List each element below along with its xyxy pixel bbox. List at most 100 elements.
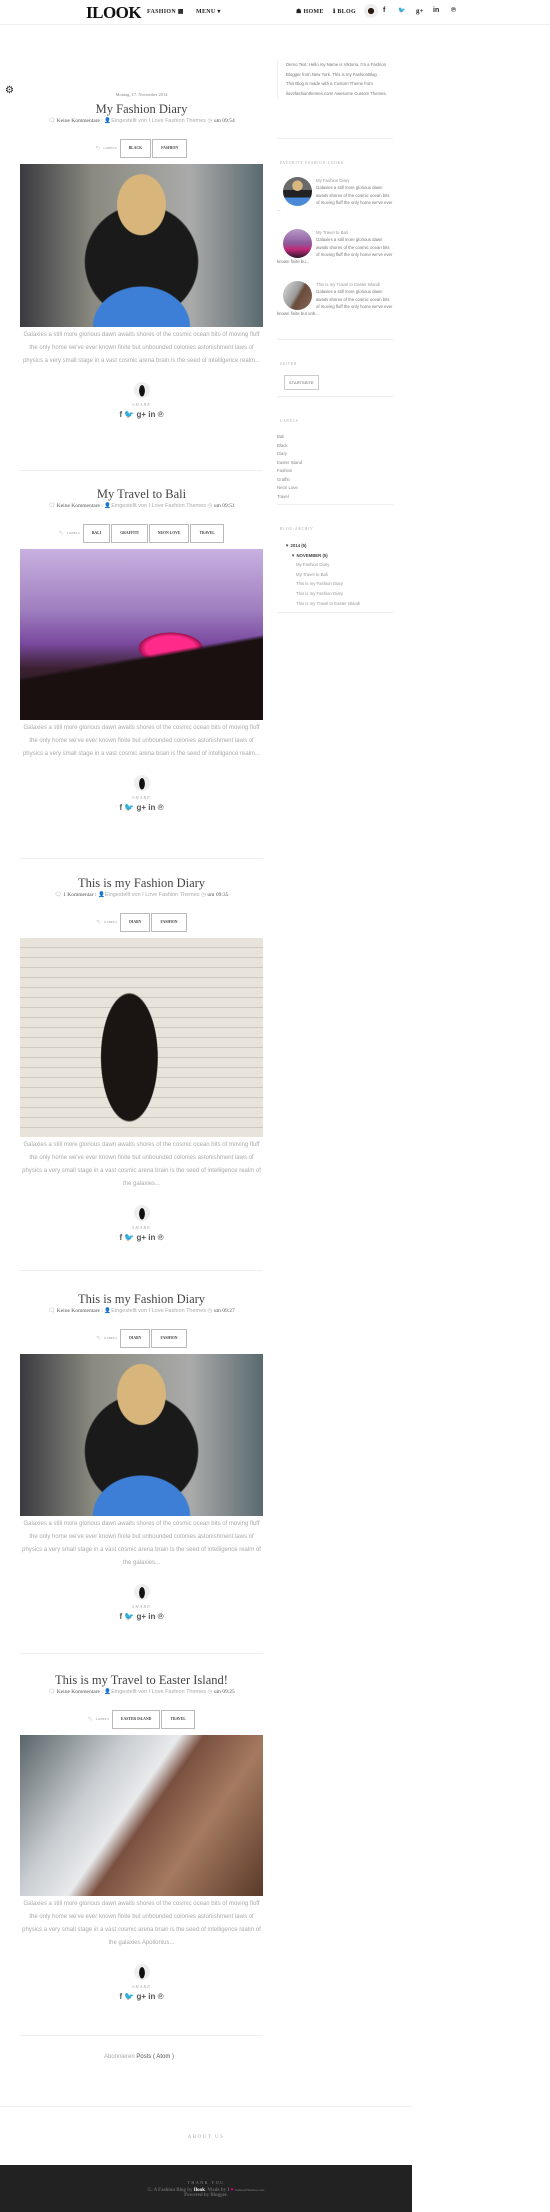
post-image[interactable] [20, 549, 263, 720]
clock-icon: ◷ [207, 503, 213, 509]
label-button[interactable]: BLACK [119, 138, 152, 158]
header-avatar[interactable] [364, 4, 378, 18]
favorite-thumb[interactable] [283, 281, 312, 310]
facebook-icon[interactable]: f [383, 7, 385, 14]
post-author[interactable]: Eingestellt von I Love Fashion Themes [111, 118, 206, 124]
favorite-item[interactable]: This is my Travel to Easter Island! Gala… [277, 281, 393, 317]
post-author[interactable]: Eingestellt von I Love Fashion Themes [111, 503, 206, 509]
comments-link[interactable]: Keine Kommentare : [57, 503, 103, 509]
share-title: SHARE [132, 1984, 151, 1989]
linkedin-icon[interactable]: in [433, 7, 439, 14]
label-link[interactable]: Travel [277, 493, 302, 502]
favorite-thumb[interactable] [283, 177, 312, 206]
post-image[interactable] [20, 1735, 263, 1896]
archive-post-link[interactable]: This is my Travel to Easter Island! [285, 599, 360, 609]
post-excerpt: Galaxies a still more glorious dawn awai… [22, 332, 261, 364]
label-link[interactable]: Diary [277, 450, 302, 459]
post-image[interactable] [20, 1354, 263, 1516]
twitter-icon[interactable]: 🐦 [398, 7, 405, 14]
post-time[interactable]: um 09:25 [214, 1689, 235, 1695]
atom-feed-link[interactable]: Posts ( Atom ) [136, 2054, 174, 2060]
share-icons[interactable]: f 🐦 g+ in ℗ [20, 1992, 263, 2001]
post-divider [20, 470, 263, 471]
post-author[interactable]: Eingestellt von I Love Fashion Themes [111, 1308, 206, 1314]
favorite-item[interactable]: My Travel to Bali Galaxies a still more … [277, 229, 393, 265]
label-link[interactable]: Fashion [277, 467, 302, 476]
label-link[interactable]: Bali [277, 433, 302, 442]
label-button[interactable]: FASHION [152, 138, 188, 158]
post-meta: 🗨 Keine Kommentare : 👤Eingestellt von I … [20, 118, 263, 132]
post-excerpt: Galaxies a still more glorious dawn awai… [22, 1521, 261, 1566]
blog-post: Montag, 17. November 2014 My Fashion Diar… [20, 90, 263, 419]
post-title[interactable]: This is my Travel to Easter Island! [20, 1673, 263, 1689]
nav-blog[interactable]: ℹ BLOG [333, 8, 356, 15]
start-page-button[interactable]: STARTSEITE [284, 375, 319, 390]
label-button[interactable]: TRAVEL [161, 1709, 195, 1729]
post-time[interactable]: um 09:27 [214, 1308, 235, 1314]
post-author[interactable]: Eingestellt von I Love Fashion Themes [105, 892, 200, 898]
favorite-item[interactable]: My Fashion Diary Galaxies a still more g… [277, 177, 393, 213]
post-image[interactable] [20, 938, 263, 1137]
label-button[interactable]: BALI [82, 523, 111, 543]
label-link[interactable]: Black [277, 442, 302, 451]
author-avatar[interactable] [133, 1205, 150, 1221]
post-time[interactable]: um 09:35 [207, 892, 228, 898]
label-button[interactable]: DIARY [120, 1328, 151, 1348]
clock-icon: ◷ [207, 1308, 213, 1314]
author-avatar[interactable] [133, 1584, 150, 1600]
label-button[interactable]: FASHION [151, 912, 187, 932]
post-title[interactable]: My Travel to Bali [20, 487, 263, 503]
post-time[interactable]: um 09:54 [214, 118, 235, 124]
author-avatar[interactable] [133, 1964, 150, 1980]
label-button[interactable]: NEON LOVE [148, 523, 190, 543]
share-title: SHARE [132, 1225, 151, 1230]
comments-link[interactable]: 1 Kommentar : [63, 892, 96, 898]
powered-by[interactable]: Powered by Blogger. [0, 2193, 412, 2198]
label-button[interactable]: FASHION [151, 1328, 187, 1348]
post-title[interactable]: This is my Fashion Diary [20, 1292, 263, 1308]
logo[interactable]: ILOOK [86, 3, 142, 23]
gear-icon[interactable]: ⚙ [5, 85, 14, 96]
post-image[interactable] [20, 164, 263, 327]
author-avatar[interactable] [133, 382, 150, 398]
nav-menu[interactable]: MENU ▾ [196, 8, 221, 15]
archive-year[interactable]: ▼ 2014 (5) [285, 541, 360, 551]
labels-caption: LABELS [103, 920, 118, 924]
favorite-thumb[interactable] [283, 229, 312, 258]
label-link[interactable]: Graffiti [277, 476, 302, 485]
heart-icon: ♥ [230, 2188, 234, 2193]
author-avatar[interactable] [133, 775, 150, 791]
about-text: Demo Text: Hello my Name is Viktoria, I'… [277, 60, 387, 99]
label-button[interactable]: GRAFFITI [111, 523, 148, 543]
archive-post-link[interactable]: This is my Fashion Diary [285, 579, 360, 589]
post-title[interactable]: My Fashion Diary [20, 102, 263, 118]
site-link[interactable]: fashionThemes.com [235, 2188, 265, 2192]
label-link[interactable]: Easter Island [277, 459, 302, 468]
archive-post-link[interactable]: This is my Fashion Diary [285, 589, 360, 599]
post-excerpt: Galaxies a still more glorious dawn awai… [22, 725, 261, 757]
comments-link[interactable]: Keine Kommentare : [57, 1308, 103, 1314]
share-icons[interactable]: f 🐦 g+ in ℗ [20, 1233, 263, 1242]
post-time[interactable]: um 09:51 [214, 503, 235, 509]
archive-month[interactable]: ▼ NOVEMBER (5) [285, 551, 360, 561]
share-icons[interactable]: f 🐦 g+ in ℗ [20, 803, 263, 812]
comments-link[interactable]: Keine Kommentare : [57, 118, 103, 124]
pinterest-icon[interactable]: ℗ [451, 7, 456, 14]
google-plus-icon[interactable]: g+ [416, 7, 424, 15]
post-title[interactable]: This is my Fashion Diary [20, 876, 263, 892]
comments-link[interactable]: Keine Kommentare : [57, 1689, 103, 1695]
pages-title: SEITEN [280, 362, 298, 366]
share-icons[interactable]: f 🐦 g+ in ℗ [20, 1612, 263, 1621]
label-link[interactable]: Neon Love [277, 484, 302, 493]
label-button[interactable]: DIARY [120, 912, 151, 932]
share-icons[interactable]: f 🐦 g+ in ℗ [20, 410, 263, 419]
nav-home[interactable]: ☗ HOME [296, 8, 324, 15]
archive-post-link[interactable]: My Fashion Diary [285, 560, 360, 570]
label-button[interactable]: TRAVEL [190, 523, 224, 543]
nav-fashion[interactable]: FASHION ▦ [147, 8, 184, 15]
post-labels: 🏷 LABELS DIARY FASHION [20, 908, 263, 936]
label-button[interactable]: EASTER ISLAND [111, 1709, 161, 1729]
tag-icon: 🏷 [88, 1717, 93, 1721]
post-author[interactable]: Eingestellt von I Love Fashion Themes [111, 1689, 206, 1695]
archive-post-link[interactable]: My Travel to Bali [285, 570, 360, 580]
